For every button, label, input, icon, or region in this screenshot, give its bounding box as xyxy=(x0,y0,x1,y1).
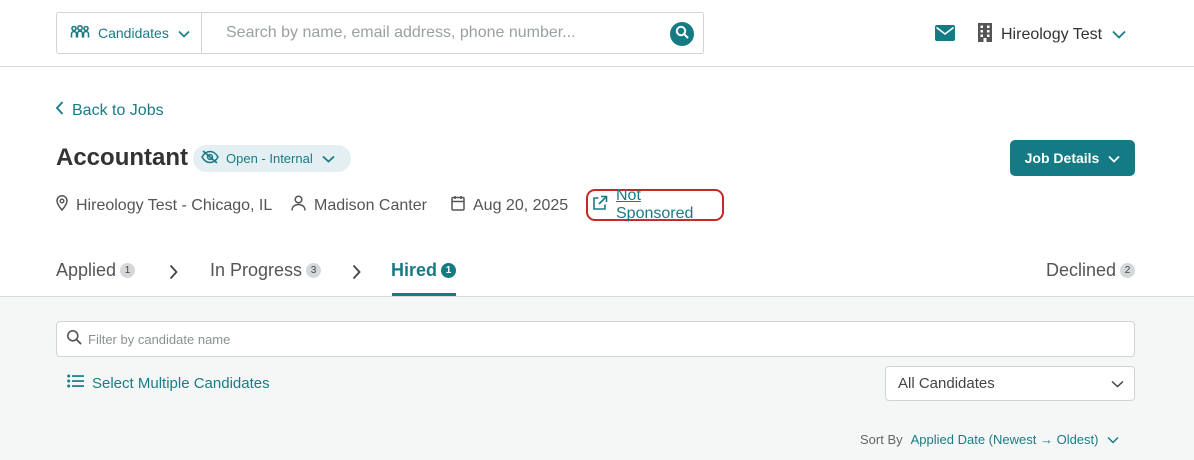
calendar-icon xyxy=(451,195,465,216)
job-location: Hireology Test - Chicago, IL xyxy=(56,195,272,216)
chevron-right-icon xyxy=(352,264,361,285)
chevron-down-icon xyxy=(1112,26,1126,44)
candidate-filter-input[interactable] xyxy=(88,331,1068,347)
mail-icon[interactable] xyxy=(935,25,955,46)
people-icon xyxy=(70,24,90,42)
company-switcher[interactable]: Hireology Test xyxy=(977,22,1126,47)
tabs-divider xyxy=(0,296,1194,297)
tab-label: Declined xyxy=(1046,260,1117,280)
job-details-label: Job Details xyxy=(1024,150,1100,166)
tab-declined[interactable]: Declined 2 xyxy=(1046,260,1136,281)
tab-count-badge: 1 xyxy=(441,263,457,278)
tab-count-badge: 1 xyxy=(120,263,136,278)
job-location-label: Hireology Test - Chicago, IL xyxy=(76,196,273,214)
job-status-dropdown[interactable]: Open - Internal xyxy=(193,145,351,172)
select-multiple-candidates-button[interactable]: Select Multiple Candidates xyxy=(67,374,270,392)
back-to-jobs-link[interactable]: Back to Jobs xyxy=(55,101,164,120)
sort-dropdown[interactable]: Applied Date (Newest → Oldest) xyxy=(911,432,1099,447)
tab-label: Applied xyxy=(56,260,117,280)
user-icon xyxy=(291,195,306,216)
job-status-label: Open - Internal xyxy=(226,151,313,166)
search-scope-dropdown[interactable]: Candidates xyxy=(57,13,202,53)
list-icon xyxy=(67,374,84,392)
search-scope-label: Candidates xyxy=(98,25,169,41)
global-search: Candidates xyxy=(56,12,704,54)
job-date: Aug 20, 2025 xyxy=(451,195,568,216)
tab-label: Hired xyxy=(391,260,438,280)
sponsorship-label: Not Sponsored xyxy=(616,187,694,222)
search-button[interactable] xyxy=(670,22,694,46)
tab-count-badge: 3 xyxy=(306,263,322,278)
select-multiple-label: Select Multiple Candidates xyxy=(92,374,270,392)
candidate-type-select[interactable]: All Candidates xyxy=(885,366,1135,401)
chevron-down-icon xyxy=(1111,375,1124,392)
chevron-down-icon xyxy=(178,25,190,41)
search-icon xyxy=(675,25,689,44)
sort-control: Sort By Applied Date (Newest → Oldest) xyxy=(860,432,1120,447)
job-date-label: Aug 20, 2025 xyxy=(473,196,569,214)
candidate-filter-field[interactable] xyxy=(56,321,1135,357)
job-details-button[interactable]: Job Details xyxy=(1010,140,1135,176)
eye-slash-icon xyxy=(201,150,219,167)
candidate-type-value: All Candidates xyxy=(898,375,995,392)
top-bar: Candidates Hireology Test xyxy=(0,0,1194,67)
company-name: Hireology Test xyxy=(1001,25,1103,43)
job-recruiter-label: Madison Canter xyxy=(314,196,427,214)
external-link-icon xyxy=(592,195,608,216)
sponsorship-link[interactable]: Not Sponsored xyxy=(586,187,724,222)
search-input[interactable] xyxy=(202,13,703,53)
back-to-jobs-label: Back to Jobs xyxy=(72,101,164,119)
job-recruiter: Madison Canter xyxy=(291,195,427,216)
chevron-right-icon xyxy=(169,264,178,285)
building-icon xyxy=(977,22,993,47)
tab-label: In Progress xyxy=(210,260,303,280)
tab-hired[interactable]: Hired 1 xyxy=(391,260,457,281)
search-icon xyxy=(66,329,82,350)
job-title: Accountant xyxy=(56,144,188,171)
map-pin-icon xyxy=(56,195,68,216)
chevron-down-icon xyxy=(1108,150,1120,166)
sort-label: Sort By xyxy=(860,432,903,447)
tab-in-progress[interactable]: In Progress 3 xyxy=(210,260,322,281)
chevron-left-icon xyxy=(55,101,64,120)
chevron-down-icon xyxy=(322,151,335,166)
tab-applied[interactable]: Applied 1 xyxy=(56,260,136,281)
tab-count-badge: 2 xyxy=(1120,263,1136,278)
chevron-down-icon[interactable] xyxy=(1107,432,1120,447)
